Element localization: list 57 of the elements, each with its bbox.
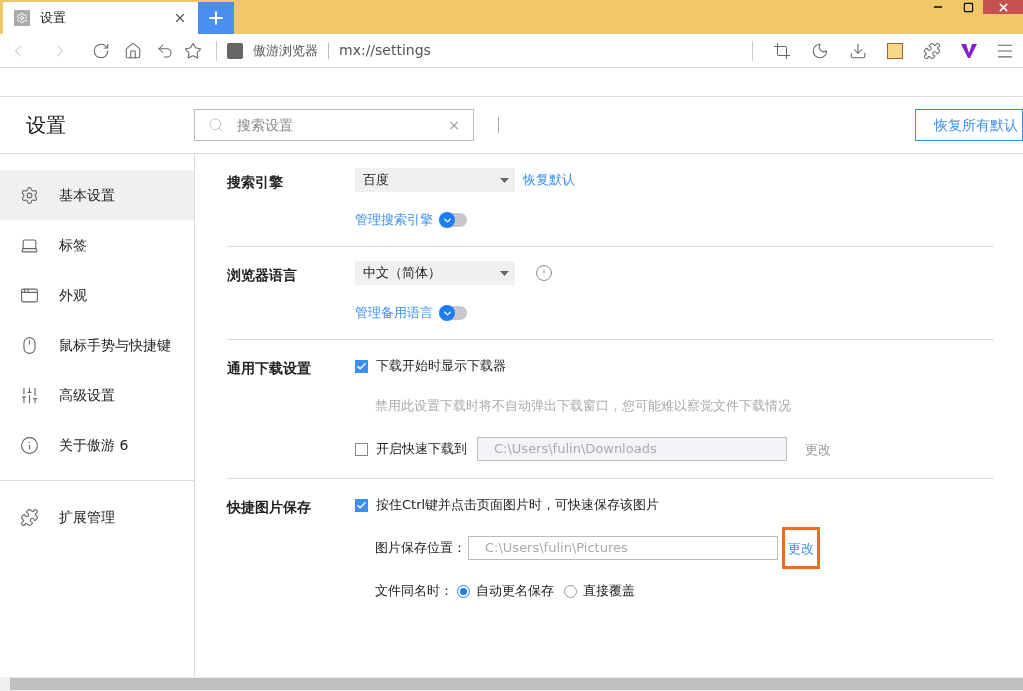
sidebar-item[interactable]: 外观	[0, 270, 194, 320]
download-icon[interactable]	[849, 41, 867, 60]
sidebar-item[interactable]: 扩展管理	[0, 492, 194, 542]
home-icon[interactable]	[124, 41, 142, 60]
close-icon[interactable]	[173, 11, 187, 25]
checkbox-label: 下载开始时显示下载器	[376, 357, 506, 376]
checkbox-label: 开启快速下载到	[376, 440, 467, 459]
new-tab-button[interactable]	[198, 2, 234, 34]
hint-text: 禁用此设置下载时将不自动弹出下载窗口，您可能难以察觉文件下载情况	[375, 397, 791, 416]
expand-toggle[interactable]	[439, 213, 467, 227]
v-logo-icon[interactable]	[961, 42, 977, 59]
puzzle-icon[interactable]	[923, 41, 941, 60]
sidebar-item[interactable]: 鼠标手势与快捷键	[0, 320, 194, 370]
close-icon	[996, 0, 1010, 14]
page-title: 设置	[26, 112, 67, 139]
section-title: 快捷图片保存	[227, 498, 312, 517]
site-name: 傲游浏览器	[253, 41, 318, 60]
manage-link[interactable]: 管理搜索引擎	[355, 210, 433, 230]
gear-icon	[16, 12, 28, 24]
browser-tab[interactable]: 设置	[3, 2, 198, 34]
close-button[interactable]	[983, 0, 1023, 14]
star-icon[interactable]	[184, 41, 202, 60]
moon-icon[interactable]	[811, 41, 829, 60]
sliders-icon	[20, 385, 39, 405]
search-icon	[208, 117, 224, 133]
dropdown[interactable]: 中文（简体）	[355, 261, 515, 285]
crop-icon[interactable]	[773, 41, 791, 60]
checkbox[interactable]	[355, 359, 368, 373]
caret-icon	[500, 270, 509, 276]
sidebar-item[interactable]: 标签	[0, 220, 194, 270]
dropdown[interactable]: 百度	[355, 168, 515, 192]
plus-icon	[206, 8, 226, 28]
sidebar-item[interactable]: 基本设置	[0, 170, 194, 220]
radio-label: 直接覆盖	[583, 582, 635, 601]
undo-icon[interactable]	[156, 41, 174, 60]
gear-icon	[20, 185, 39, 205]
maximize-icon	[962, 1, 974, 13]
section-title: 搜索引擎	[227, 173, 284, 192]
manage-link[interactable]: 管理备用语言	[355, 303, 433, 323]
checkbox[interactable]	[355, 498, 368, 512]
puzzle-icon	[20, 507, 39, 527]
field-label: 文件同名时：	[375, 582, 453, 601]
section-title: 浏览器语言	[227, 266, 298, 285]
field-label: 图片保存位置：	[375, 539, 466, 558]
info-icon	[20, 435, 39, 455]
sidebar-item[interactable]: 关于傲游 6	[0, 420, 194, 470]
site-icon	[227, 42, 243, 59]
section-title: 通用下载设置	[227, 359, 312, 378]
mouse-icon	[20, 335, 39, 355]
reload-icon[interactable]	[92, 41, 110, 60]
horizontal-scrollbar[interactable]	[0, 677, 1023, 691]
expand-toggle[interactable]	[439, 306, 467, 320]
checkbox-label: 按住Ctrl键并点击页面图片时，可快速保存该图片	[376, 496, 660, 515]
radio-label: 自动更名保存	[476, 582, 554, 601]
sidebar-item[interactable]: 高级设置	[0, 370, 194, 420]
address-url[interactable]: mx://settings	[339, 40, 738, 61]
caret-icon	[500, 177, 509, 183]
